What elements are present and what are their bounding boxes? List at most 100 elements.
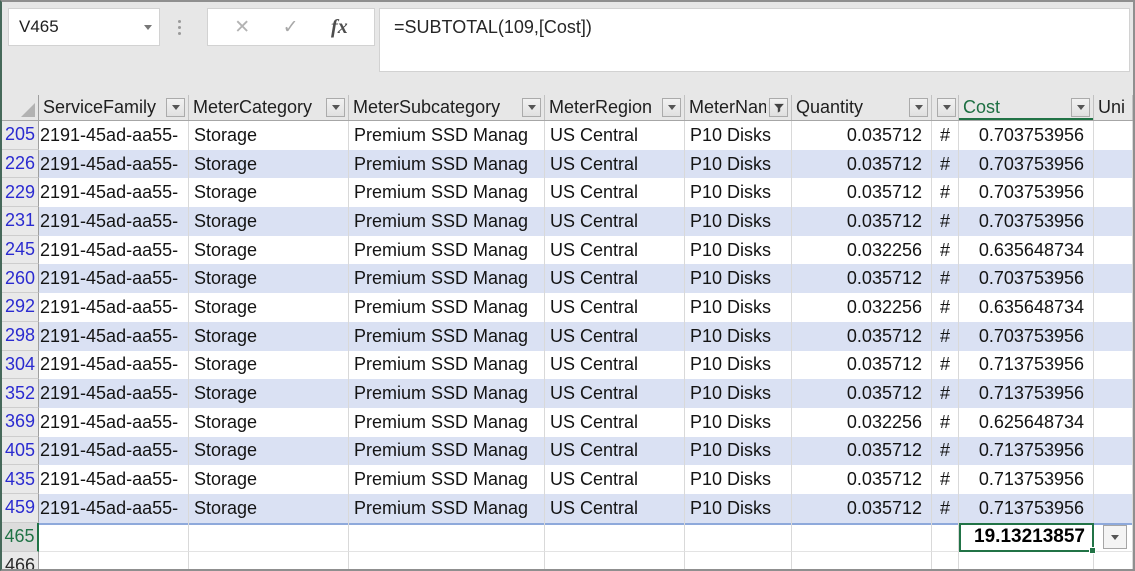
cell-meterregion[interactable]: US Central (545, 408, 685, 437)
filter-dropdown-icon[interactable] (662, 98, 681, 117)
cell-metername[interactable]: P10 Disks (685, 121, 792, 150)
cell-quantity[interactable]: 0.032256 (792, 408, 932, 437)
filter-dropdown-icon[interactable] (166, 98, 185, 117)
cell-metercategory[interactable]: Storage (189, 351, 349, 380)
cell-metercategory[interactable]: Storage (189, 178, 349, 207)
cell-metername[interactable]: P10 Disks (685, 379, 792, 408)
cell-unit[interactable] (1094, 379, 1133, 408)
cell-servicefamily[interactable]: 2191-45ad-aa55- (39, 207, 189, 236)
cell-meterregion[interactable]: US Central (545, 264, 685, 293)
cell-metersubcategory[interactable]: Premium SSD Manag (349, 264, 545, 293)
cell-overflow[interactable]: # (932, 408, 959, 437)
filter-dropdown-icon[interactable] (522, 98, 541, 117)
cell-unit[interactable] (1094, 207, 1133, 236)
cell-cost[interactable]: 0.703753956 (959, 121, 1094, 150)
row-number-active[interactable]: 465 (2, 523, 39, 552)
cell-unit[interactable] (1094, 236, 1133, 265)
cell-servicefamily[interactable]: 2191-45ad-aa55- (39, 121, 189, 150)
cell-meterregion[interactable]: US Central (545, 236, 685, 265)
column-header-metercategory[interactable]: MeterCategory (189, 95, 349, 120)
cell-unit[interactable] (1094, 351, 1133, 380)
cell-empty[interactable] (685, 523, 792, 552)
cancel-icon[interactable]: ✕ (234, 16, 250, 39)
row-number[interactable]: 205 (2, 121, 39, 150)
cell-unit[interactable] (1094, 178, 1133, 207)
cell-empty[interactable] (189, 523, 349, 552)
cell-metersubcategory[interactable]: Premium SSD Manag (349, 150, 545, 179)
cell-metercategory[interactable]: Storage (189, 322, 349, 351)
filter-active-funnel-icon[interactable] (769, 98, 788, 117)
cell-metersubcategory[interactable]: Premium SSD Manag (349, 408, 545, 437)
cell-metersubcategory[interactable]: Premium SSD Manag (349, 322, 545, 351)
cell-metername[interactable]: P10 Disks (685, 351, 792, 380)
cell-overflow[interactable]: # (932, 236, 959, 265)
row-number[interactable]: 466 (2, 552, 39, 569)
cell-unit[interactable] (1094, 322, 1133, 351)
cell-cost[interactable]: 0.703753956 (959, 178, 1094, 207)
cell-metersubcategory[interactable]: Premium SSD Manag (349, 379, 545, 408)
cell-cost[interactable]: 0.703753956 (959, 150, 1094, 179)
cell-metersubcategory[interactable]: Premium SSD Manag (349, 437, 545, 466)
cell-overflow[interactable]: # (932, 293, 959, 322)
select-all-corner[interactable] (2, 95, 39, 120)
cell-metersubcategory[interactable]: Premium SSD Manag (349, 351, 545, 380)
cell-empty[interactable] (1094, 552, 1133, 569)
formula-bar-input[interactable]: =SUBTOTAL(109,[Cost]) (379, 8, 1130, 72)
cell-metercategory[interactable]: Storage (189, 207, 349, 236)
cell-metersubcategory[interactable]: Premium SSD Manag (349, 293, 545, 322)
cell-overflow[interactable]: # (932, 437, 959, 466)
cell-unit[interactable] (1094, 264, 1133, 293)
cell-quantity[interactable]: 0.035712 (792, 121, 932, 150)
cell-metername[interactable]: P10 Disks (685, 236, 792, 265)
cell-cost[interactable]: 0.713753956 (959, 494, 1094, 523)
cell-metercategory[interactable]: Storage (189, 465, 349, 494)
cell-meterregion[interactable]: US Central (545, 293, 685, 322)
cell-meterregion[interactable]: US Central (545, 178, 685, 207)
cell-overflow[interactable]: # (932, 178, 959, 207)
row-number[interactable]: 405 (2, 437, 39, 466)
cell-quantity[interactable]: 0.035712 (792, 178, 932, 207)
fill-handle[interactable] (1089, 547, 1096, 554)
cell-meterregion[interactable]: US Central (545, 121, 685, 150)
cell-overflow[interactable]: # (932, 322, 959, 351)
filter-dropdown-icon[interactable] (326, 98, 345, 117)
cell-empty[interactable] (545, 523, 685, 552)
cell-empty[interactable] (189, 552, 349, 569)
row-number[interactable]: 231 (2, 207, 39, 236)
cell-metersubcategory[interactable]: Premium SSD Manag (349, 207, 545, 236)
cell-unit[interactable] (1094, 150, 1133, 179)
row-number[interactable]: 459 (2, 494, 39, 523)
cell-meterregion[interactable]: US Central (545, 150, 685, 179)
cell-overflow[interactable]: # (932, 264, 959, 293)
column-header-narrow[interactable] (932, 95, 959, 120)
cell-meterregion[interactable]: US Central (545, 465, 685, 494)
cell-overflow[interactable]: # (932, 465, 959, 494)
cell-servicefamily[interactable]: 2191-45ad-aa55- (39, 236, 189, 265)
cell-metername[interactable]: P10 Disks (685, 293, 792, 322)
cell-quantity[interactable]: 0.035712 (792, 207, 932, 236)
cell-servicefamily[interactable]: 2191-45ad-aa55- (39, 465, 189, 494)
row-number[interactable]: 229 (2, 178, 39, 207)
cell-metersubcategory[interactable]: Premium SSD Manag (349, 465, 545, 494)
cell-empty[interactable] (545, 552, 685, 569)
cell-servicefamily[interactable]: 2191-45ad-aa55- (39, 322, 189, 351)
cell-metersubcategory[interactable]: Premium SSD Manag (349, 121, 545, 150)
cell-servicefamily[interactable]: 2191-45ad-aa55- (39, 264, 189, 293)
column-header-unit[interactable]: Uni (1094, 95, 1133, 120)
cell-cost[interactable]: 0.625648734 (959, 408, 1094, 437)
cell-metercategory[interactable]: Storage (189, 437, 349, 466)
name-box[interactable]: V465 (8, 8, 160, 46)
cell-cost[interactable]: 0.713753956 (959, 351, 1094, 380)
cell-metersubcategory[interactable]: Premium SSD Manag (349, 178, 545, 207)
active-cell-cost-total[interactable]: 19.13213857 (959, 523, 1094, 552)
cell-quantity[interactable]: 0.035712 (792, 351, 932, 380)
cell-metercategory[interactable]: Storage (189, 379, 349, 408)
column-header-servicefamily[interactable]: ServiceFamily (39, 95, 189, 120)
cell-cost[interactable]: 0.635648734 (959, 293, 1094, 322)
cell-cost[interactable]: 0.635648734 (959, 236, 1094, 265)
name-box-value[interactable]: V465 (9, 17, 137, 37)
cell-metersubcategory[interactable]: Premium SSD Manag (349, 236, 545, 265)
cell-unit[interactable] (1094, 293, 1133, 322)
cell-overflow[interactable]: # (932, 494, 959, 523)
cell-empty[interactable] (349, 552, 545, 569)
